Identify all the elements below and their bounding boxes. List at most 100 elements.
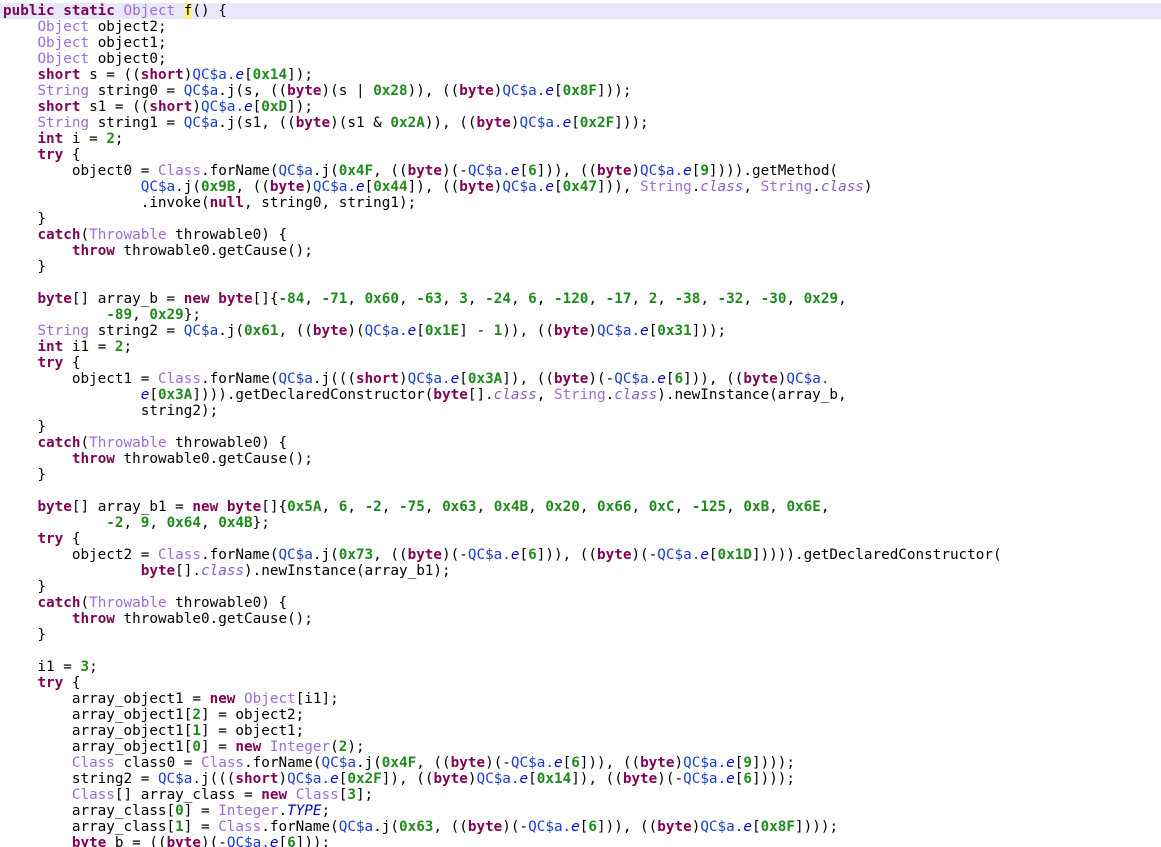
code-line[interactable]: catch(Throwable throwable0) { [0, 227, 1161, 243]
code-line[interactable]: throw throwable0.getCause(); [0, 451, 1161, 467]
code-line[interactable]: String string2 = QC$a.j(0x61, ((byte)(QC… [0, 323, 1161, 339]
code-line[interactable]: try { [0, 147, 1161, 163]
code-line[interactable]: byte[].class).newInstance(array_b1); [0, 563, 1161, 579]
code-token: , [442, 291, 460, 307]
code-token: -38 [674, 291, 701, 307]
code-token: e [450, 371, 460, 387]
code-line[interactable]: array_object1[0] = new Integer(2); [0, 739, 1161, 755]
code-token: , [743, 291, 761, 307]
code-token: , [424, 499, 443, 515]
code-token: Object [37, 19, 90, 35]
code-line[interactable]: Class class0 = Class.forName(QC$a.j(0x4F… [0, 755, 1161, 771]
code-line[interactable]: String string1 = QC$a.j(s1, ((byte)(s1 &… [0, 115, 1161, 131]
code-token: new byte [192, 499, 262, 515]
code-area[interactable]: public static Object f() { Object object… [0, 3, 1161, 847]
code-line[interactable]: throw throwable0.getCause(); [0, 611, 1161, 627]
code-line[interactable]: object1 = Class.forName(QC$a.j(((short)Q… [0, 371, 1161, 387]
code-line[interactable]: catch(Throwable throwable0) { [0, 435, 1161, 451]
code-line[interactable]: try { [0, 355, 1161, 371]
code-line[interactable]: } [0, 419, 1161, 435]
code-token: } [3, 579, 47, 595]
code-token: e [510, 163, 520, 179]
code-editor[interactable]: public static Object f() { Object object… [0, 0, 1161, 847]
code-line[interactable]: array_class[1] = Class.forName(QC$a.j(0x… [0, 819, 1161, 835]
code-token: e [700, 547, 709, 563]
code-token: String [37, 323, 90, 339]
code-line[interactable]: try { [0, 675, 1161, 691]
code-token: -32 [717, 291, 744, 307]
code-token: byte [140, 563, 176, 579]
code-line[interactable]: throw throwable0.getCause(); [0, 243, 1161, 259]
code-line[interactable]: array_object1[2] = object2; [0, 707, 1161, 723]
code-line[interactable] [0, 275, 1161, 291]
code-token: 2 [192, 707, 201, 723]
code-token: , [347, 499, 365, 515]
code-line[interactable]: byte b = ((byte)(-QC$a.e[6])); [0, 835, 1161, 847]
code-token: QC$a. [597, 323, 641, 339]
code-token: e [407, 323, 417, 339]
code-line[interactable]: byte[] array_b1 = new byte[]{0x5A, 6, -2… [0, 499, 1161, 515]
code-line[interactable]: } [0, 467, 1161, 483]
code-line[interactable]: } [0, 259, 1161, 275]
code-line[interactable]: } [0, 627, 1161, 643]
code-token: , [476, 499, 494, 515]
code-token: )), (( [424, 115, 477, 131]
code-line[interactable]: QC$a.j(0x9B, ((byte)QC$a.e[0x44]), ((byt… [0, 179, 1161, 195]
code-line[interactable]: short s1 = ((short)QC$a.e[0xD]); [0, 99, 1161, 115]
code-token: ])), (( [536, 547, 597, 563]
current-code-line[interactable]: public static Object f() { [0, 3, 1161, 19]
code-token: [ [278, 835, 288, 847]
code-token: 2 [648, 291, 658, 307]
code-token: object2 = [3, 547, 158, 563]
code-token: Integer [269, 739, 331, 755]
code-token: e [571, 819, 580, 835]
code-line[interactable]: short s = ((short)QC$a.e[0x14]); [0, 67, 1161, 83]
code-token: array_object1[ [3, 723, 193, 739]
code-line[interactable]: byte[] array_b = new byte[]{-84, -71, 0x… [0, 291, 1161, 307]
code-line[interactable]: string2); [0, 403, 1161, 419]
code-token: 0x63 [398, 819, 434, 835]
code-token: [ [149, 387, 158, 403]
code-line[interactable]: int i1 = 2; [0, 339, 1161, 355]
code-token: byte [433, 387, 468, 403]
code-line[interactable]: array_class[0] = Integer.TYPE; [0, 803, 1161, 819]
code-token: String [37, 83, 90, 99]
code-line[interactable]: -2, 9, 0x64, 0x4B}; [0, 515, 1161, 531]
code-line[interactable]: -89, 0x29}; [0, 307, 1161, 323]
code-line[interactable]: Object object0; [0, 51, 1161, 67]
code-token: byte [407, 547, 443, 563]
code-line[interactable]: Object object1; [0, 35, 1161, 51]
code-token: .forName( [261, 819, 339, 835]
code-line[interactable]: object2 = Class.forName(QC$a.j(0x73, ((b… [0, 547, 1161, 563]
code-line[interactable]: catch(Throwable throwable0) { [0, 595, 1161, 611]
code-line[interactable] [0, 643, 1161, 659]
code-token: ]))); [795, 819, 839, 835]
code-token: .j( [312, 547, 339, 563]
code-line[interactable]: } [0, 579, 1161, 595]
code-token: [ [708, 547, 718, 563]
code-token: s1 = (( [80, 99, 150, 115]
code-line[interactable]: string2 = QC$a.j(((short)QC$a.e[0x2F]), … [0, 771, 1161, 787]
code-token: ); [347, 739, 365, 755]
code-line[interactable]: .invoke(null, string0, string1); [0, 195, 1161, 211]
code-line[interactable]: int i = 2; [0, 131, 1161, 147]
code-token: .forName( [200, 163, 279, 179]
code-token: 0x8F [760, 819, 796, 835]
code-line[interactable]: String string0 = QC$a.j(s, ((byte)(s | 0… [0, 83, 1161, 99]
code-line[interactable]: } [0, 211, 1161, 227]
code-line[interactable]: try { [0, 531, 1161, 547]
code-line[interactable]: i1 = 3; [0, 659, 1161, 675]
code-line[interactable]: e[0x3A]))).getDeclaredConstructor(byte[]… [0, 387, 1161, 403]
code-token: Class [218, 819, 262, 835]
code-token: 6 [571, 755, 580, 771]
code-line[interactable]: Class[] array_class = new Class[3]; [0, 787, 1161, 803]
code-line[interactable]: object0 = Class.forName(QC$a.j(0x4F, ((b… [0, 163, 1161, 179]
code-token: e [269, 835, 279, 847]
code-line[interactable]: Object object2; [0, 19, 1161, 35]
code-line[interactable] [0, 483, 1161, 499]
code-token: throw [71, 611, 115, 627]
code-line[interactable]: array_object1[1] = object1; [0, 723, 1161, 739]
code-token: 0x2F [347, 771, 382, 787]
code-line[interactable]: array_object1 = new Object[i1]; [0, 691, 1161, 707]
code-token: []{ [261, 499, 288, 515]
